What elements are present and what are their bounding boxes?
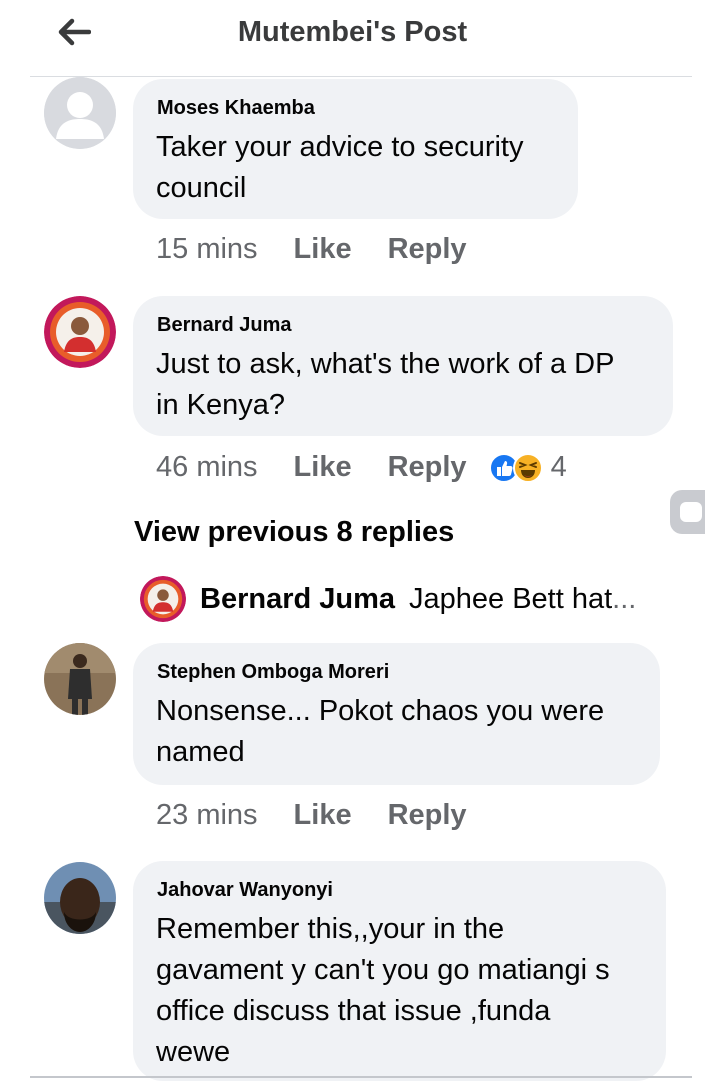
comment-time: 23 mins — [156, 799, 258, 831]
like-button[interactable]: Like — [294, 451, 352, 484]
comment-bubble[interactable]: Jahovar Wanyonyi Remember this,,your in … — [133, 861, 666, 1081]
reply-button[interactable]: Reply — [388, 451, 467, 484]
comment-bubble[interactable]: Stephen Omboga Moreri Nonsense... Pokot … — [133, 643, 660, 785]
bottom-divider — [30, 1076, 692, 1078]
profile-photo-icon — [44, 643, 116, 715]
reply-preview-author: Bernard Juma — [200, 582, 396, 615]
comment-time: 15 mins — [156, 233, 258, 265]
comment-author[interactable]: Stephen Omboga Moreri — [157, 661, 389, 684]
comment-text: Remember this,,your in the gavament y ca… — [156, 913, 610, 1068]
reaction-summary[interactable]: 4 — [488, 451, 567, 484]
reaction-count: 4 — [550, 451, 567, 483]
comment-bubble[interactable]: Bernard Juma Just to ask, what's the wor… — [133, 296, 673, 436]
avatar[interactable] — [44, 862, 116, 934]
profile-photo-icon — [44, 296, 116, 368]
comment-actions: 46 mins Like Reply 4 — [156, 451, 567, 484]
reply-button[interactable]: Reply — [388, 799, 467, 832]
comment-text: Just to ask, what's the work of a DP in … — [156, 348, 615, 421]
reply-preview-text: Japhee Bett hat — [409, 582, 613, 615]
side-button-icon — [680, 502, 702, 522]
reply-preview[interactable]: Bernard Juma Japhee Bett hat ... — [140, 576, 637, 622]
haha-reaction-icon — [512, 452, 543, 483]
default-avatar-icon — [44, 77, 116, 149]
comment-author[interactable]: Moses Khaemba — [157, 97, 315, 120]
comment-text: Nonsense... Pokot chaos you were named — [156, 695, 605, 768]
profile-photo-icon — [140, 576, 186, 622]
avatar[interactable] — [44, 77, 116, 149]
reply-button[interactable]: Reply — [388, 233, 467, 266]
reply-preview-ellipsis: ... — [612, 582, 637, 615]
avatar[interactable] — [44, 296, 116, 368]
page-title: Mutembei's Post — [237, 16, 468, 48]
profile-photo-icon — [44, 862, 116, 934]
comment-actions: 23 mins Like Reply — [156, 799, 467, 832]
comment-actions: 15 mins Like Reply — [156, 233, 467, 266]
like-button[interactable]: Like — [294, 233, 352, 266]
post-header: Mutembei's Post — [0, 0, 705, 76]
comment-time: 46 mins — [156, 451, 258, 483]
comment-bubble[interactable]: Moses Khaemba Taker your advice to secur… — [133, 79, 578, 219]
header-divider — [30, 76, 692, 77]
view-previous-replies-link[interactable]: View previous 8 replies — [134, 516, 454, 549]
comment-text: Taker your advice to security council — [156, 131, 524, 204]
avatar[interactable] — [44, 643, 116, 715]
avatar — [140, 576, 186, 622]
like-button[interactable]: Like — [294, 799, 352, 832]
comment-author[interactable]: Bernard Juma — [157, 314, 292, 337]
comment-author[interactable]: Jahovar Wanyonyi — [157, 879, 333, 902]
floating-side-button[interactable] — [670, 490, 705, 534]
